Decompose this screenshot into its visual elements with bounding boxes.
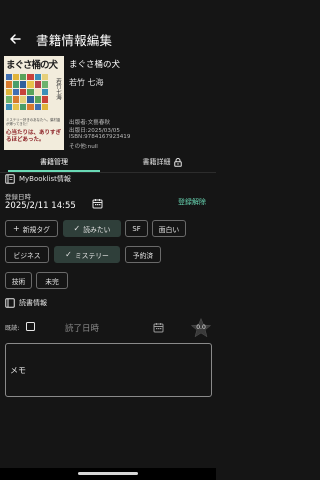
book-publisher: 出版者:文藝春秋 [69, 120, 111, 126]
chip-label: 新規タグ [22, 225, 50, 234]
cover-title: まぐさ桶の犬 [6, 60, 58, 71]
rating-value: 0.0 [196, 324, 206, 331]
back-button[interactable] [0, 24, 30, 54]
tab-book-details[interactable]: 書籍詳細 [108, 152, 216, 172]
home-handle[interactable] [78, 472, 138, 475]
plus-icon: + [13, 224, 20, 233]
calendar-icon [153, 322, 163, 332]
add-tag-button[interactable]: + 新規タグ [5, 220, 58, 237]
section-title: MyBooklist情報 [19, 175, 71, 183]
chip-label: SF [132, 224, 141, 233]
book-isbn: ISBN:9784167923419 [69, 134, 131, 140]
read-checkbox[interactable] [26, 322, 35, 331]
tag-chip-interesting[interactable]: 面白い [152, 220, 186, 237]
lock-icon [173, 157, 182, 167]
chip-label: ミステリー [74, 251, 109, 260]
chip-label: 技術 [11, 277, 26, 286]
tab-label: 書籍管理 [40, 158, 68, 166]
section-title: 読書情報 [19, 299, 47, 307]
unregister-button[interactable]: 登録解除 [178, 197, 206, 207]
book-cover: まぐさ桶の犬 若竹七海 ミステリー好きのあなたへ。葉村晶が帰ってきた！ 心当たり… [4, 56, 64, 150]
read-label: 既読: [5, 325, 20, 332]
book-title: まぐさ桶の犬 [69, 60, 121, 70]
book-author: 若竹 七海 [69, 78, 104, 87]
tag-chip-reserved[interactable]: 予約済 [125, 246, 161, 263]
registration-label: 登録日時 [5, 193, 31, 201]
navigation-bar [0, 468, 216, 480]
chip-label: ビジネス [13, 251, 41, 260]
book-other: その他:null [69, 144, 98, 150]
tab-bar: 書籍管理 書籍詳細 [0, 152, 216, 172]
chip-label: 面白い [158, 225, 180, 234]
cover-illustration [6, 74, 48, 110]
tag-chip-mystery[interactable]: ✓ ミステリー [54, 246, 120, 263]
read-end-date-field[interactable]: 読了日時 [65, 322, 99, 334]
tag-chip-unfinished[interactable]: 未完 [36, 272, 68, 289]
tag-chip-sf[interactable]: SF [125, 220, 148, 237]
cover-tagline: 心当たりは、ありすぎるほどあった。 [6, 130, 62, 143]
book-summary: まぐさ桶の犬 若竹七海 ミステリー好きのあなたへ。葉村晶が帰ってきた！ 心当たり… [0, 56, 216, 152]
reading-section-heading: 読書情報 [5, 298, 47, 308]
chip-label: 未完 [45, 277, 59, 286]
page-title: 書籍情報編集 [36, 32, 113, 48]
tabs-divider [0, 172, 216, 173]
read-end-date-picker-button[interactable] [151, 320, 165, 334]
app-bar: 書籍情報編集 [0, 24, 216, 54]
tab-book-management[interactable]: 書籍管理 [0, 152, 108, 172]
booklist-icon [5, 174, 15, 184]
chip-label: 読みたい [83, 225, 111, 234]
chip-label: 予約済 [132, 251, 154, 260]
check-icon: ✓ [65, 250, 72, 259]
cover-author: 若竹七海 [55, 78, 61, 100]
tag-chip-business[interactable]: ビジネス [5, 246, 49, 263]
tag-chip-want-to-read[interactable]: ✓ 読みたい [63, 220, 121, 237]
booklist-section-heading: MyBooklist情報 [5, 174, 71, 184]
memo-field[interactable] [5, 343, 212, 397]
book-icon [5, 298, 15, 308]
book-published-date: 出版日:2025/03/05 [69, 128, 120, 134]
calendar-icon [92, 198, 102, 208]
arrow-left-icon [10, 34, 21, 44]
check-icon: ✓ [73, 224, 81, 233]
status-bar [0, 0, 216, 20]
registration-date: 2025/2/11 14:55 [5, 201, 76, 211]
cover-fineprint: ミステリー好きのあなたへ。葉村晶が帰ってきた！ [6, 118, 61, 126]
tag-chip-tech[interactable]: 技術 [5, 272, 32, 289]
registration-date-picker-button[interactable] [90, 196, 104, 210]
tab-label: 書籍詳細 [142, 158, 171, 166]
memo-placeholder: メモ [10, 366, 26, 375]
